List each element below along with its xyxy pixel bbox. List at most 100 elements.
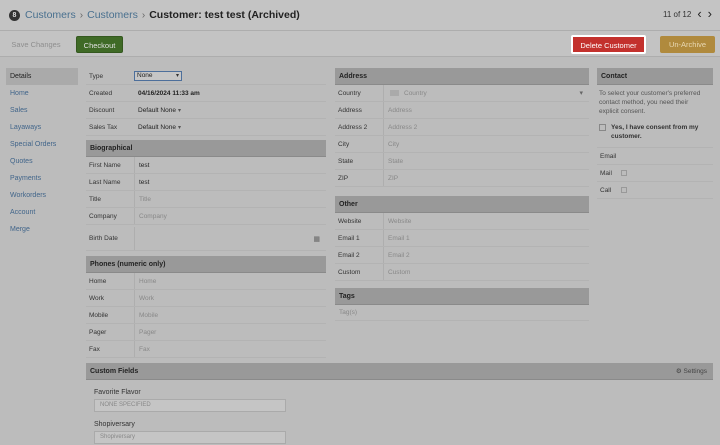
next-record-icon[interactable]: › xyxy=(708,7,712,20)
first-name-label: First Name xyxy=(89,161,121,169)
contact-consent-note: To select your customer's preferred cont… xyxy=(599,90,701,115)
sidebar-item-payments[interactable]: Payments xyxy=(6,170,78,187)
email2-label: Email 2 xyxy=(338,251,360,259)
sidebar-item-account[interactable]: Account xyxy=(6,204,78,221)
favorite-flavor-select[interactable]: NONE SPECIFIED xyxy=(94,399,286,412)
consent-checkbox-row[interactable]: Yes, I have consent from my customer. xyxy=(597,120,713,144)
phone-row-home: Home Home xyxy=(86,273,326,290)
chevron-down-icon: ▾ xyxy=(175,73,179,79)
title-field[interactable]: Title xyxy=(134,191,326,207)
biographical-panel: Biographical First Name test Last Name t… xyxy=(86,140,326,251)
contact-method-call: Call xyxy=(597,182,713,199)
zip-field[interactable]: ZIP xyxy=(383,170,589,186)
city-field[interactable]: City xyxy=(383,136,589,152)
save-changes-button[interactable]: Save Changes xyxy=(7,36,65,53)
phone-home-label: Home xyxy=(89,277,107,285)
country-row: Country Country ▾ xyxy=(335,85,589,102)
unarchive-button[interactable]: Un-Archive xyxy=(660,36,715,53)
breadcrumb: 8 Customers › Customers › Customer: test… xyxy=(9,9,300,21)
sidebar-item-quotes[interactable]: Quotes xyxy=(6,153,78,170)
breadcrumb-customers-list-link[interactable]: Customers xyxy=(87,9,138,21)
phone-mobile-field[interactable]: Mobile xyxy=(134,307,326,323)
custom-fields-heading: Custom Fields ⚙ Settings xyxy=(86,363,713,380)
state-field[interactable]: State xyxy=(383,153,589,169)
general-panel: Type None ▾ Created 04/16/2024 11:33 am D… xyxy=(86,68,326,136)
city-row: City City xyxy=(335,136,589,153)
discount-select[interactable]: Default None ▾ xyxy=(134,107,181,114)
delete-customer-button[interactable]: Delete Customer xyxy=(571,35,646,54)
email1-field[interactable]: Email 1 xyxy=(383,230,589,246)
checkout-button[interactable]: Checkout xyxy=(76,36,123,53)
sidebar-item-home[interactable]: Home xyxy=(6,85,78,102)
phones-panel: Phones (numeric only) Home Home Work Wor… xyxy=(86,256,326,358)
company-field[interactable]: Company xyxy=(134,208,326,224)
shopiversary-field[interactable]: Shopiversary xyxy=(94,431,286,444)
website-row: Website Website xyxy=(335,213,589,230)
contact-call-checkbox[interactable] xyxy=(621,187,627,193)
first-name-field[interactable]: test xyxy=(134,157,326,173)
chevron-down-icon: ▾ xyxy=(579,90,583,97)
chevron-down-icon: ▾ xyxy=(177,107,181,114)
contact-heading: Contact xyxy=(597,68,713,85)
contact-methods: Email Mail Call xyxy=(597,147,713,199)
other-panel: Other Website Website Email 1 Email 1 Em… xyxy=(335,196,589,281)
type-select[interactable]: None ▾ xyxy=(134,71,182,81)
sidebar-item-details[interactable]: Details xyxy=(6,68,78,85)
app-logo-icon: 8 xyxy=(9,9,20,21)
country-label: Country xyxy=(338,89,361,97)
custom-fields-panel: Custom Fields ⚙ Settings Favorite Flavor… xyxy=(86,363,713,444)
previous-record-icon[interactable]: ‹ xyxy=(697,7,701,20)
phone-mobile-label: Mobile xyxy=(89,311,109,319)
discount-label: Discount xyxy=(89,106,115,114)
contact-call-label: Call xyxy=(600,186,612,194)
company-row: Company Company xyxy=(86,208,326,225)
phone-fax-field[interactable]: Fax xyxy=(134,341,326,357)
discount-row: Discount Default None ▾ xyxy=(86,102,326,119)
consent-checkbox[interactable] xyxy=(599,124,606,131)
phone-pager-label: Pager xyxy=(89,328,107,336)
website-label: Website xyxy=(338,217,362,225)
last-name-field[interactable]: test xyxy=(134,174,326,190)
sidebar-item-layaways[interactable]: Layaways xyxy=(6,119,78,136)
contact-mail-checkbox[interactable] xyxy=(621,170,627,176)
birth-date-field[interactable] xyxy=(134,227,326,250)
email1-row: Email 1 Email 1 xyxy=(335,230,589,247)
created-label: Created xyxy=(89,89,113,97)
address-panel: Address Country Country ▾ Address Addres… xyxy=(335,68,589,187)
phone-pager-field[interactable]: Pager xyxy=(134,324,326,340)
email2-field[interactable]: Email 2 xyxy=(383,247,589,263)
website-field[interactable]: Website xyxy=(383,213,589,229)
sidebar-item-merge[interactable]: Merge xyxy=(6,221,78,238)
birth-date-row: Birth Date ▦ xyxy=(86,227,326,251)
address2-field[interactable]: Address 2 xyxy=(383,119,589,135)
country-select[interactable]: Country ▾ xyxy=(383,85,589,101)
custom-fields-title: Custom Fields xyxy=(90,368,139,375)
chevron-down-icon: ▾ xyxy=(177,124,181,131)
last-name-label: Last Name xyxy=(89,178,121,186)
breadcrumb-customers-link[interactable]: Customers xyxy=(25,9,76,21)
tags-input[interactable]: Tag(s) xyxy=(335,305,589,321)
pager-count: 11 of 12 xyxy=(662,9,692,19)
contact-mail-label: Mail xyxy=(600,169,612,177)
country-select-value: Country xyxy=(404,89,427,97)
phone-row-mobile: Mobile Mobile xyxy=(86,307,326,324)
phone-home-field[interactable]: Home xyxy=(134,273,326,289)
sales-tax-select-value: Default None xyxy=(138,123,176,131)
phone-work-field[interactable]: Work xyxy=(134,290,326,306)
sidebar-item-sales[interactable]: Sales xyxy=(6,102,78,119)
calendar-icon[interactable]: ▦ xyxy=(313,235,320,243)
phone-fax-label: Fax xyxy=(89,345,100,353)
sales-tax-label: Sales Tax xyxy=(89,123,118,131)
custom-fields-settings-link[interactable]: ⚙ Settings xyxy=(676,363,707,380)
address-label: Address xyxy=(338,106,362,114)
breadcrumb-separator-icon: › xyxy=(79,9,84,21)
title-label: Title xyxy=(89,195,102,203)
address-heading: Address xyxy=(335,68,589,85)
sales-tax-select[interactable]: Default None ▾ xyxy=(134,124,181,131)
sidebar-item-workorders[interactable]: Workorders xyxy=(6,187,78,204)
custom-field[interactable]: Custom xyxy=(383,264,589,280)
address-field[interactable]: Address xyxy=(383,102,589,118)
zip-row: ZIP ZIP xyxy=(335,170,589,187)
sidebar-item-special-orders[interactable]: Special Orders xyxy=(6,136,78,153)
type-row: Type None ▾ xyxy=(86,68,326,85)
